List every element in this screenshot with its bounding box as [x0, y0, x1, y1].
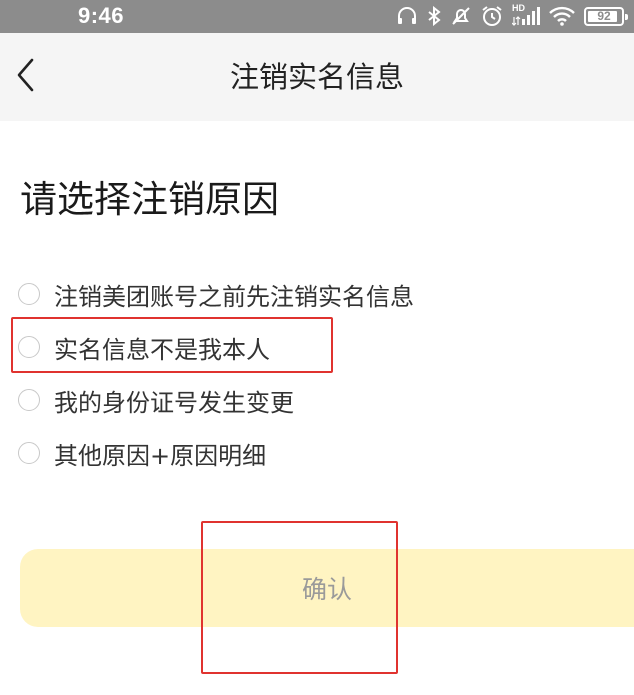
battery-level: 92	[597, 9, 611, 23]
status-bar: 9:46 HD 92	[0, 0, 634, 33]
radio-button[interactable]	[18, 336, 40, 358]
page-title: 注销实名信息	[229, 60, 404, 94]
reason-option-label: 其他原因+原因明细	[54, 441, 267, 470]
reason-option-label: 注销美团账号之前先注销实名信息	[54, 282, 414, 311]
headphones-icon	[396, 6, 418, 26]
bluetooth-icon	[427, 6, 441, 26]
main-content: 请选择注销原因 注销美团账号之前先注销实名信息 实名信息不是我本人 我的身份证号…	[0, 121, 634, 695]
alarm-icon	[481, 5, 503, 27]
reason-option-3[interactable]: 我的身份证号发生变更	[18, 380, 294, 420]
nav-bar: 注销实名信息	[0, 33, 634, 121]
radio-button[interactable]	[18, 283, 40, 305]
wifi-icon	[549, 6, 575, 26]
battery-icon: 92	[584, 6, 628, 26]
reason-option-label: 我的身份证号发生变更	[54, 388, 294, 417]
radio-button[interactable]	[18, 389, 40, 411]
radio-button[interactable]	[18, 442, 40, 464]
reason-option-4[interactable]: 其他原因+原因明细	[18, 433, 266, 473]
reason-option-label: 实名信息不是我本人	[54, 335, 270, 364]
back-button[interactable]	[0, 33, 50, 121]
confirm-button[interactable]: 确认	[20, 549, 634, 627]
chevron-left-icon	[13, 57, 37, 97]
status-icons: HD 92	[396, 3, 628, 28]
confirm-button-label: 确认	[301, 575, 352, 604]
reason-option-2[interactable]: 实名信息不是我本人	[18, 327, 270, 367]
reason-option-1[interactable]: 注销美团账号之前先注销实名信息	[18, 274, 414, 314]
section-heading: 请选择注销原因	[20, 178, 279, 221]
hd-signal-icon: HD	[512, 3, 540, 27]
status-time: 9:46	[78, 3, 125, 28]
mute-icon	[450, 6, 472, 26]
